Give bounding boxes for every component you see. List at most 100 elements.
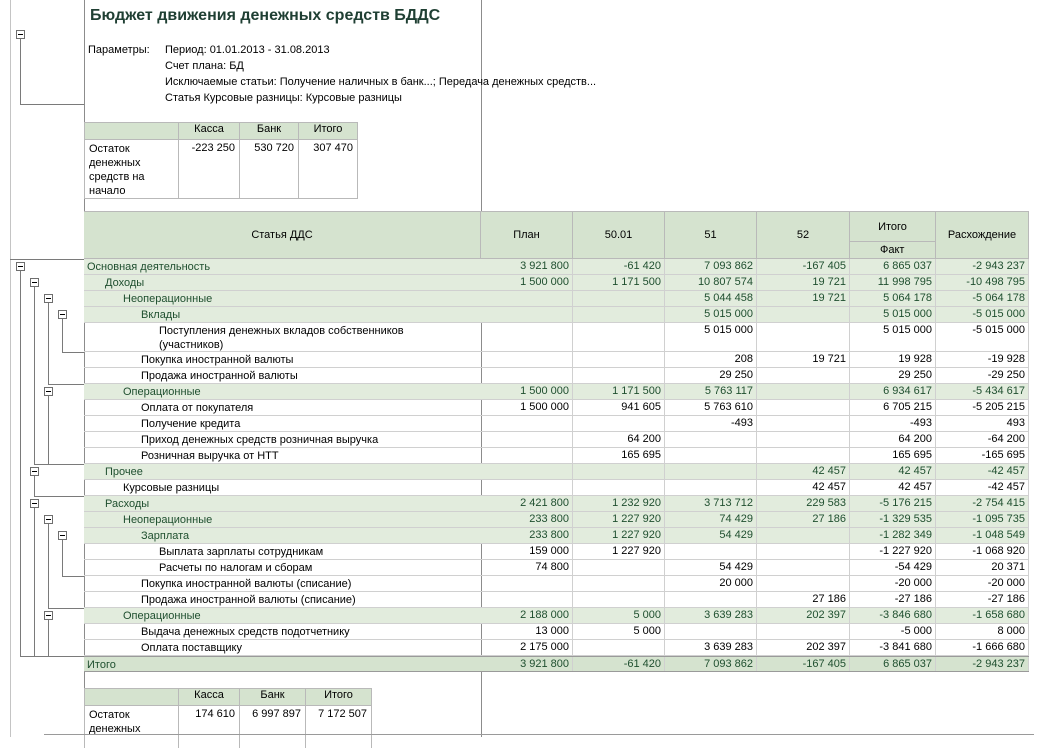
cell-plan: [481, 368, 573, 383]
cell-fact: -1 329 535: [850, 512, 936, 527]
table-row[interactable]: Оплата поставщику 2 175 000 3 639 283 20…: [84, 640, 1029, 656]
collapse-toggle-expenses[interactable]: [30, 499, 39, 508]
cell-5001: [573, 323, 665, 351]
cell-plan: 159 000: [481, 544, 573, 559]
collapse-toggle-operating[interactable]: [16, 262, 25, 271]
table-row[interactable]: Выдача денежных средств подотчетнику 13 …: [84, 624, 1029, 640]
cell-plan: [481, 352, 573, 367]
cell-52: [757, 400, 850, 415]
cell-plan: 2 175 000: [481, 640, 573, 655]
cell-diff: -5 434 617: [936, 384, 1029, 399]
cell-51: [665, 592, 757, 607]
closing-balance-table: Касса Банк Итого Остатокденежных 174 610…: [84, 688, 372, 748]
table-row[interactable]: Прочее 42 457 42 457 -42 457: [84, 464, 1029, 480]
table-row[interactable]: Вклады 5 015 000 5 015 000 -5 015 000: [84, 307, 1029, 323]
cell-5001: -61 420: [573, 259, 665, 274]
header-total: Итого: [299, 123, 358, 140]
cell-5001: 1 227 920: [573, 544, 665, 559]
cell-plan: 2 188 000: [481, 608, 573, 623]
outline-connector: [62, 540, 63, 576]
table-row[interactable]: Покупка иностранной валюты (списание) 20…: [84, 576, 1029, 592]
header-kassa: Касса: [179, 689, 240, 706]
cell-plan: 3 921 800: [481, 259, 573, 274]
outline-connector: [20, 271, 21, 656]
cell-5001: [573, 480, 665, 495]
table-row[interactable]: Расходы 2 421 800 1 232 920 3 713 712 22…: [84, 496, 1029, 512]
cell-51: 3 639 283: [665, 640, 757, 655]
outline-connector: [48, 464, 84, 465]
collapse-toggle-header[interactable]: [16, 30, 25, 39]
row-label: Прочее: [105, 464, 143, 479]
cell-diff: -165 695: [936, 448, 1029, 463]
collapse-toggle-deposits[interactable]: [58, 310, 67, 319]
cell-diff: -2 943 237: [936, 259, 1029, 274]
cell-diff: -1 068 920: [936, 544, 1029, 559]
header-total-group: Итого: [850, 211, 936, 242]
collapse-toggle-operating-income[interactable]: [44, 387, 53, 396]
cell-plan: [481, 416, 573, 431]
table-row[interactable]: Оплата от покупателя 1 500 000 941 605 5…: [84, 400, 1029, 416]
collapse-toggle-operating-expenses[interactable]: [44, 611, 53, 620]
table-row[interactable]: Доходы 1 500 000 1 171 500 10 807 574 19…: [84, 275, 1029, 291]
cell-52: [757, 323, 850, 351]
cell-fact: -27 186: [850, 592, 936, 607]
cell-5001: [573, 464, 665, 479]
table-row[interactable]: Операционные 1 500 000 1 171 500 5 763 1…: [84, 384, 1029, 400]
table-row[interactable]: Зарплата 233 800 1 227 920 54 429 -1 282…: [84, 528, 1029, 544]
collapse-toggle-salary[interactable]: [58, 531, 67, 540]
header-fact: Факт: [850, 242, 936, 259]
table-row[interactable]: Операционные 2 188 000 5 000 3 639 283 2…: [84, 608, 1029, 624]
cell-fact: -20 000: [850, 576, 936, 591]
cell-5001: 5 000: [573, 608, 665, 623]
table-row[interactable]: Расчеты по налогам и сборам 74 800 54 42…: [84, 560, 1029, 576]
table-row[interactable]: Продажа иностранной валюты 29 250 29 250…: [84, 368, 1029, 384]
table-row[interactable]: Покупка иностранной валюты 208 19 721 19…: [84, 352, 1029, 368]
cell-51: 7 093 862: [665, 657, 757, 671]
table-row[interactable]: Розничная выручка от НТТ 165 695 165 695…: [84, 448, 1029, 464]
outline-gutter-line: [10, 0, 11, 737]
header-plan: План: [481, 211, 573, 259]
table-row[interactable]: Основная деятельность 3 921 800 -61 420 …: [84, 259, 1029, 275]
cell-plan: 1 500 000: [481, 384, 573, 399]
table-row[interactable]: Продажа иностранной валюты (списание) 27…: [84, 592, 1029, 608]
cell-52: [757, 307, 850, 322]
collapse-toggle-income[interactable]: [30, 278, 39, 287]
cell-52: 19 721: [757, 275, 850, 290]
outline-connector: [34, 476, 35, 496]
table-row[interactable]: Поступления денежных вкладов собственник…: [84, 323, 1029, 352]
collapse-toggle-nonoperating-income[interactable]: [44, 294, 53, 303]
table-row[interactable]: Курсовые разницы 42 457 42 457 -42 457: [84, 480, 1029, 496]
cell-52: 19 721: [757, 352, 850, 367]
collapse-toggle-nonoperating-expenses[interactable]: [44, 515, 53, 524]
collapse-toggle-other[interactable]: [30, 467, 39, 476]
cell-diff: -2 754 415: [936, 496, 1029, 511]
row-label: Вклады: [141, 307, 180, 322]
row-label: Операционные: [123, 608, 201, 623]
param-fx: Статья Курсовые разницы: Курсовые разниц…: [165, 92, 402, 104]
cell-plan: [481, 576, 573, 591]
param-excluded: Исключаемые статьи: Получение наличных в…: [165, 76, 596, 88]
table-row-total[interactable]: Итого 3 921 800 -61 420 7 093 862 -167 4…: [84, 656, 1029, 672]
table-row[interactable]: Неоперационные 5 044 458 19 721 5 064 17…: [84, 291, 1029, 307]
cell-52: [757, 416, 850, 431]
table-row[interactable]: Выплата зарплаты сотрудникам 159 000 1 2…: [84, 544, 1029, 560]
table-row[interactable]: Неоперационные 233 800 1 227 920 74 429 …: [84, 512, 1029, 528]
cell-plan: [481, 480, 573, 495]
row-label: Операционные: [123, 384, 201, 399]
cell-51: [665, 448, 757, 463]
cell-5001: 1 171 500: [573, 384, 665, 399]
header-52: 52: [757, 211, 850, 259]
table-row[interactable]: Получение кредита -493 -493 493: [84, 416, 1029, 432]
cell-plan: [481, 307, 573, 322]
row-label: Получение кредита: [141, 416, 240, 431]
opening-kassa-value: -223 250: [179, 140, 240, 199]
cell-51: 54 429: [665, 560, 757, 575]
cell-fact: -3 841 680: [850, 640, 936, 655]
header-diff: Расхождение: [936, 211, 1029, 259]
closing-kassa-value: 174 610: [179, 706, 240, 748]
cell-plan: 2 421 800: [481, 496, 573, 511]
cell-fact: 6 705 215: [850, 400, 936, 415]
cell-52: 42 457: [757, 464, 850, 479]
table-row[interactable]: Приход денежных средств розничная выручк…: [84, 432, 1029, 448]
cell-fact: -3 846 680: [850, 608, 936, 623]
